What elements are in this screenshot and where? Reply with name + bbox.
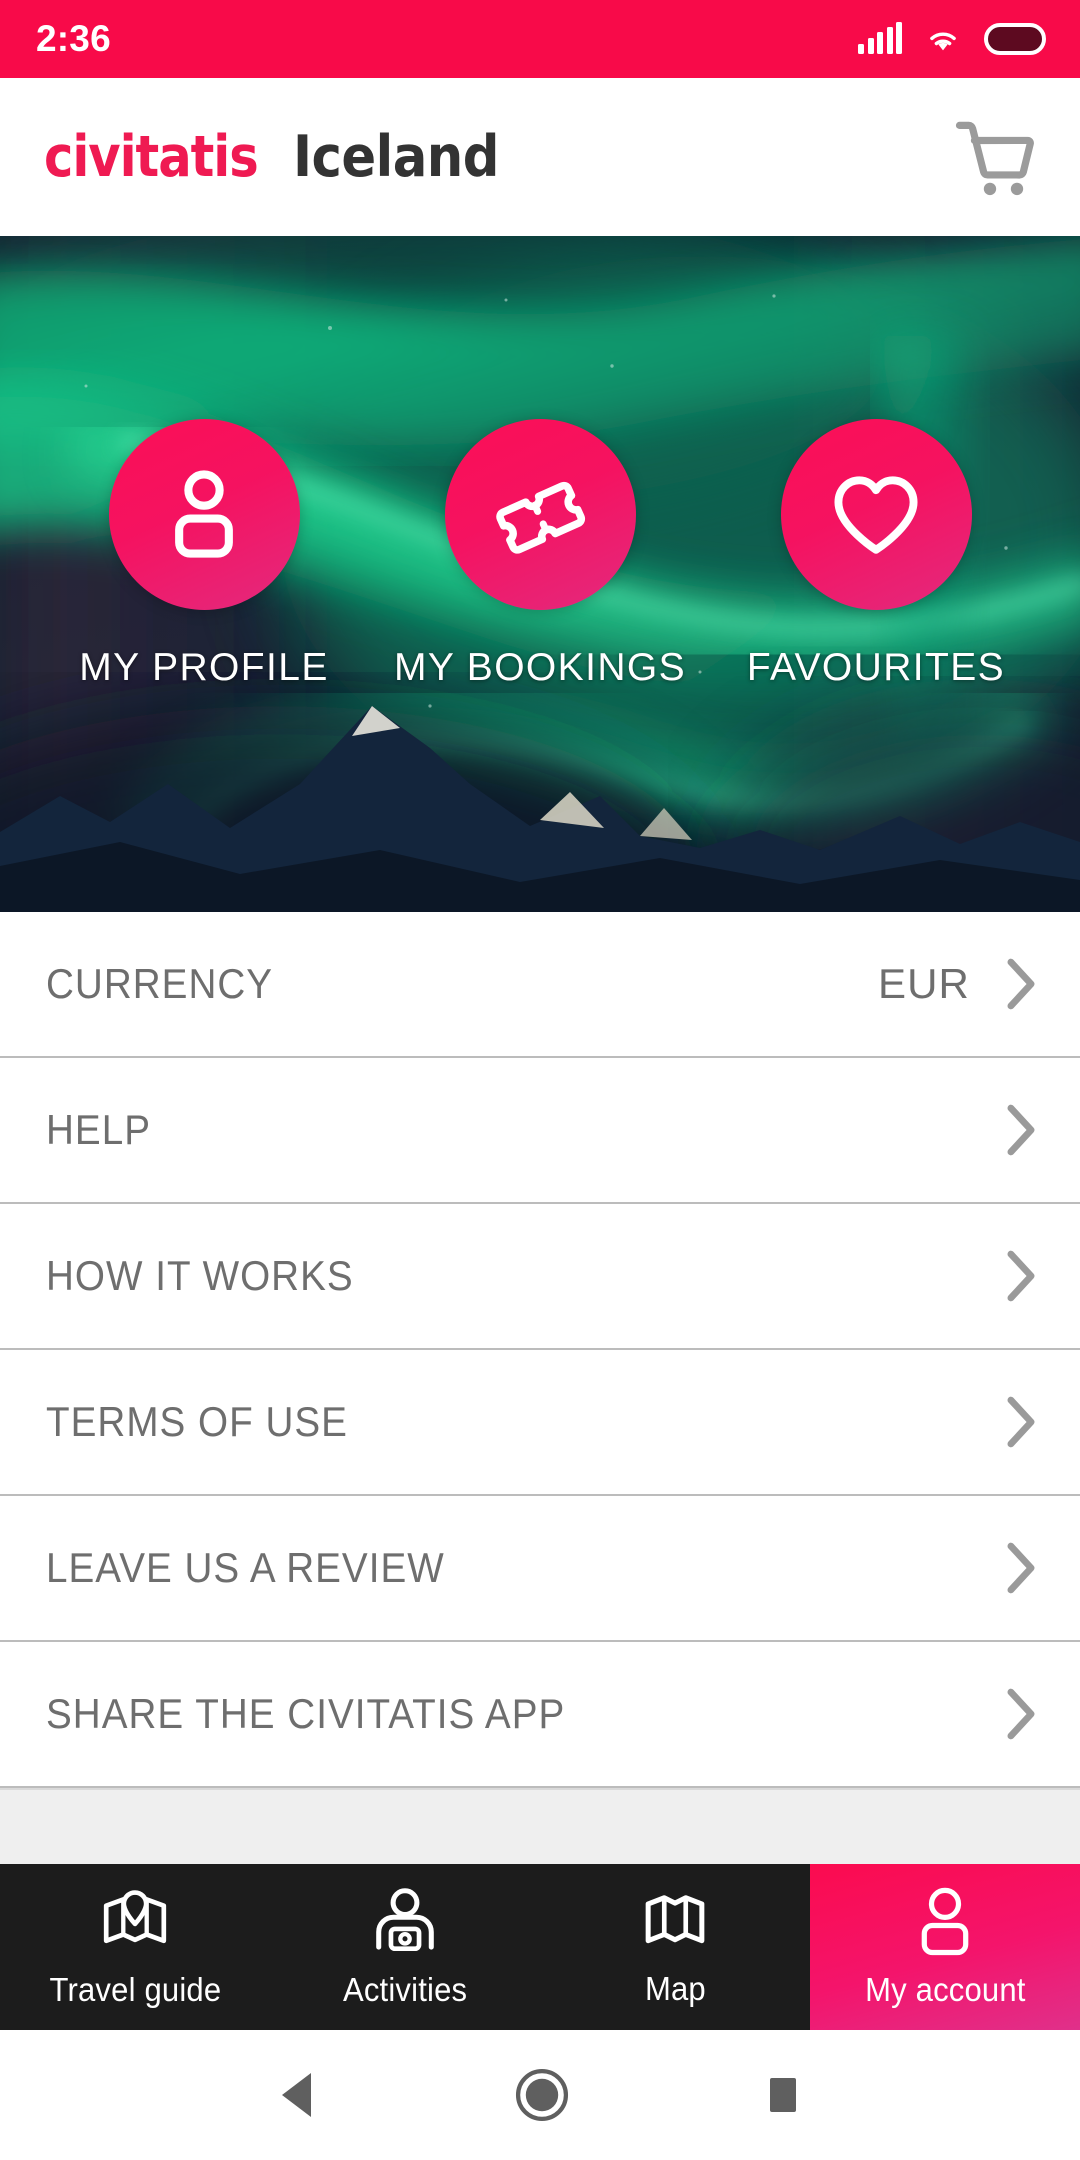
map-pin-guide-icon [103, 1890, 167, 1944]
menu-item-right [1004, 1687, 1038, 1741]
chevron-right-icon [1007, 1396, 1035, 1448]
hero-action-favourites[interactable]: FAVOURITES [726, 418, 1026, 690]
app-screen: 2:36 civitatis Iceland MY PROFILE MY BOO… [0, 0, 1080, 2160]
settings-menu: CURRENCY EUR HELP HOW IT WORKS TERMS OF … [0, 912, 1080, 1788]
menu-item-how-it-works[interactable]: HOW IT WORKS [0, 1204, 1080, 1350]
nav-item-my-account[interactable]: My account [810, 1864, 1080, 2030]
nav-item-activities[interactable]: Activities [270, 1864, 540, 2030]
folded-map-icon [645, 1895, 705, 1944]
hero-action-label: MY BOOKINGS [393, 645, 687, 689]
nav-item-label: Map [644, 1970, 706, 2007]
tourist-camera-icon [376, 1888, 434, 1952]
person-icon [921, 1887, 969, 1956]
favourites-button[interactable] [780, 418, 972, 610]
menu-item-label: HELP [46, 1106, 151, 1153]
chevron-right-icon [1007, 1104, 1035, 1156]
menu-item-right [1004, 1395, 1038, 1449]
menu-item-label: SHARE THE CIVITATIS APP [46, 1690, 566, 1737]
home-icon[interactable] [515, 2068, 569, 2122]
menu-item-share-the-civitatis-app[interactable]: SHARE THE CIVITATIS APP [0, 1642, 1080, 1788]
menu-item-leave-us-a-review[interactable]: LEAVE US A REVIEW [0, 1496, 1080, 1642]
nav-item-label: Travel guide [49, 1971, 221, 2008]
menu-item-right [1004, 1541, 1038, 1595]
wifi-icon [930, 32, 956, 51]
status-icons [858, 22, 1046, 55]
brand-name: civitatis [44, 124, 259, 190]
hero-action-my-bookings[interactable]: MY BOOKINGS [390, 418, 690, 690]
nav-item-map[interactable]: Map [540, 1864, 810, 2030]
hero-action-label: MY PROFILE [79, 645, 329, 689]
menu-item-label: TERMS OF USE [46, 1398, 348, 1445]
menu-bottom-spacer [0, 1788, 1080, 1864]
hero-action-my-profile[interactable]: MY PROFILE [54, 418, 354, 690]
menu-item-right: EUR [878, 957, 1038, 1011]
currency-value: EUR [878, 960, 970, 1007]
recents-icon[interactable] [763, 2073, 803, 2117]
shopping-cart-icon[interactable] [948, 111, 1040, 203]
chevron-right-icon [1007, 1542, 1035, 1594]
nav-item-travel-guide[interactable]: Travel guide [0, 1864, 270, 2030]
my-bookings-button[interactable] [444, 418, 636, 610]
menu-item-right [1004, 1249, 1038, 1303]
app-header: civitatis Iceland [0, 78, 1080, 236]
menu-item-currency[interactable]: CURRENCY EUR [0, 912, 1080, 1058]
hero-quick-actions: MY PROFILE MY BOOKINGS FAVOURITES [0, 236, 1080, 912]
menu-item-right [1004, 1103, 1038, 1157]
menu-item-label: HOW IT WORKS [46, 1252, 354, 1299]
chevron-right-icon [1007, 1688, 1035, 1740]
menu-item-label: CURRENCY [46, 960, 274, 1007]
menu-item-terms-of-use[interactable]: TERMS OF USE [0, 1350, 1080, 1496]
chevron-right-icon [1007, 1250, 1035, 1302]
android-navigation-bar [0, 2030, 1080, 2160]
status-bar: 2:36 [0, 0, 1080, 78]
back-icon[interactable] [277, 2070, 321, 2120]
my-profile-button[interactable] [108, 418, 300, 610]
nav-item-label: Activities [342, 1971, 468, 2008]
menu-item-help[interactable]: HELP [0, 1058, 1080, 1204]
ticket-icon [496, 481, 586, 554]
battery-icon [984, 23, 1046, 55]
brand-title: civitatis Iceland [44, 124, 522, 190]
person-icon [175, 470, 233, 558]
heart-icon [834, 476, 918, 554]
chevron-right-icon [1007, 958, 1035, 1010]
hero-banner: MY PROFILE MY BOOKINGS FAVOURITES [0, 236, 1080, 912]
page-title: Iceland [292, 124, 499, 190]
hero-action-label: FAVOURITES [746, 645, 1006, 689]
nav-item-label: My account [864, 1971, 1026, 2008]
menu-item-label: LEAVE US A REVIEW [46, 1544, 445, 1591]
signal-bars-icon [858, 22, 902, 54]
status-time: 2:36 [36, 18, 111, 59]
bottom-navigation: Travel guide Activities Map My account [0, 1864, 1080, 2030]
